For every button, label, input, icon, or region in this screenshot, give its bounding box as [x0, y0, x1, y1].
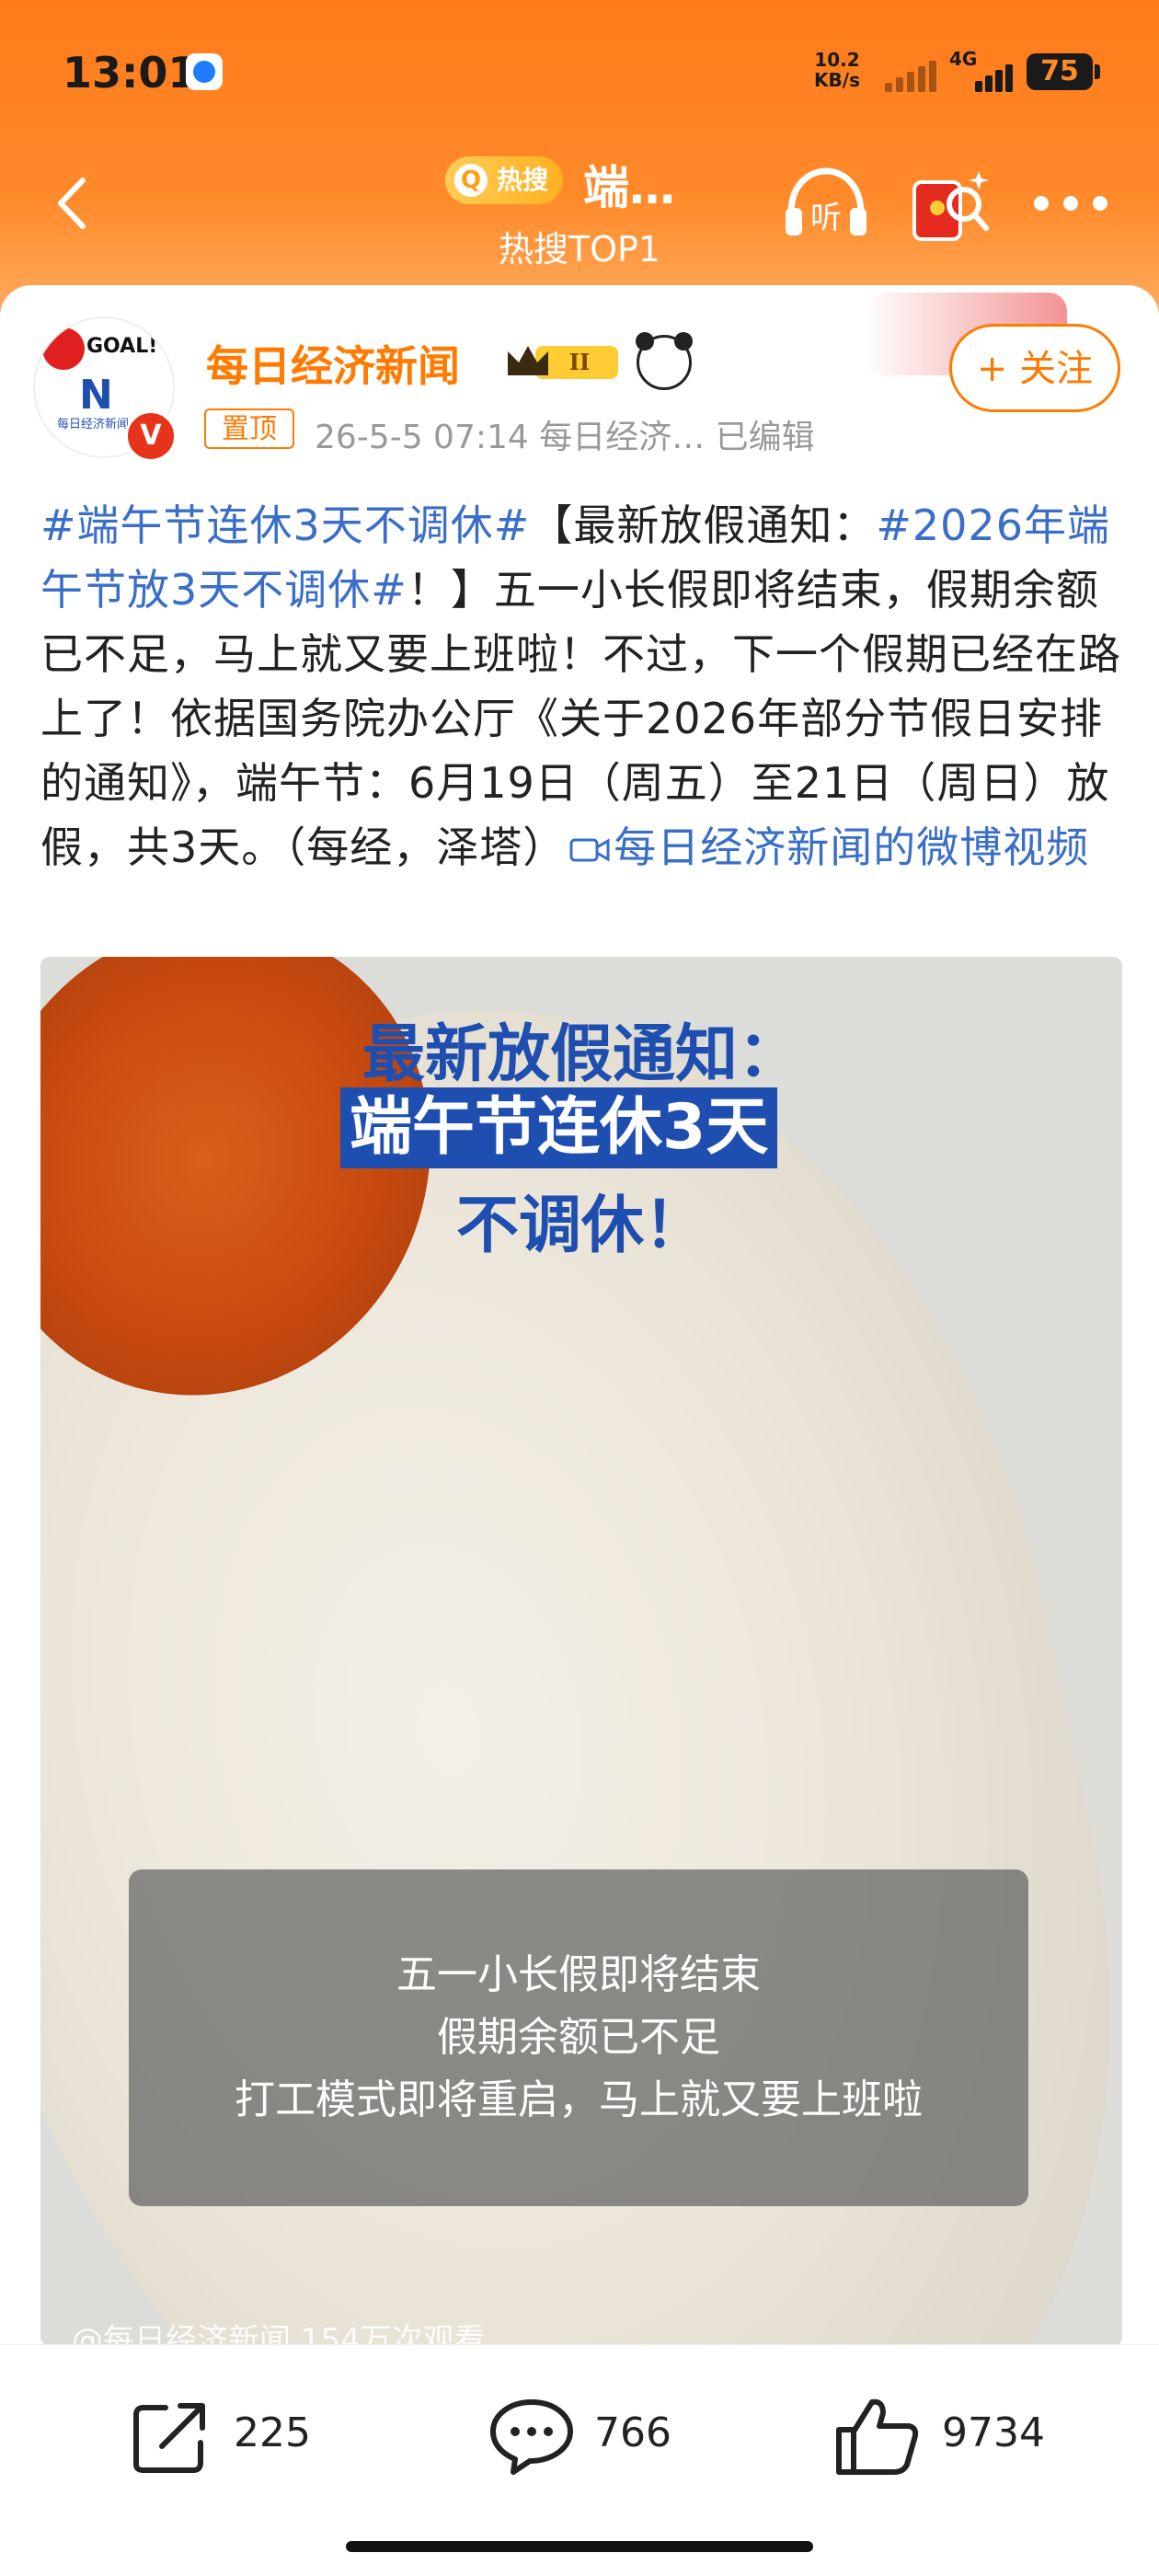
video-caption-box: 五一小长假即将结束 假期余额已不足 打工模式即将重启，马上就又要上班啦 — [129, 1869, 1028, 2206]
like-button[interactable]: 9734 — [833, 2395, 1073, 2478]
avatar-cn-text: 每日经济新闻 — [57, 418, 130, 431]
like-icon — [836, 2398, 919, 2475]
listen-label: 听 — [810, 200, 842, 236]
hot-search-badge: Q 热搜 — [445, 156, 563, 204]
avatar-logo-mark: N — [79, 372, 113, 419]
video-player[interactable]: 最新放假通知： 端午节连休3天 不调休！ 五一小长假即将结束 假期余额已不足 打… — [40, 957, 1122, 2346]
nav-title[interactable]: 端… — [583, 151, 675, 217]
hot-badge-label: 热搜 — [496, 165, 548, 195]
pinned-badge: 置顶 — [204, 408, 294, 449]
share-button[interactable]: 225 — [129, 2395, 331, 2478]
crown-level-icon: II — [504, 339, 624, 385]
network-type: 4G — [949, 48, 978, 70]
author-name[interactable]: 每日经济新闻 — [206, 333, 460, 394]
flower-icon — [42, 328, 85, 370]
search-icon: Q — [454, 164, 488, 197]
listen-icon[interactable]: 听 — [778, 162, 874, 245]
verified-badge: V — [125, 410, 177, 462]
cell-signal-icon — [975, 55, 1021, 92]
net-speed: 10.2 KB/s — [800, 50, 874, 90]
status-time: 13:01 — [63, 48, 198, 98]
status-bar: 13:01 10.2 KB/s 4G 75 — [0, 0, 1159, 138]
avatar-goal-text: GOAL! — [86, 335, 158, 358]
share-count: 225 — [234, 2409, 311, 2456]
action-bar: 225 766 9734 — [0, 2344, 1159, 2529]
video-title-line1: 最新放假通知： — [361, 1018, 800, 1091]
video-title-line3: 不调休！ — [455, 1190, 706, 1262]
video-caption-line3: 打工模式即将重启，马上就又要上班啦 — [235, 2076, 923, 2123]
net-speed-unit: KB/s — [814, 69, 860, 91]
video-link[interactable]: 每日经济新闻的微博视频 — [566, 822, 1089, 872]
comment-icon — [490, 2399, 573, 2475]
hashtag-link[interactable]: #端午节连休3天不调休# — [40, 500, 530, 550]
video-caption-line2: 假期余额已不足 — [437, 2014, 720, 2061]
video-view-count: @每日经济新闻 154万次观看 — [72, 2322, 486, 2346]
comment-count: 766 — [594, 2409, 671, 2456]
level-badge-text: II — [569, 349, 590, 375]
app-notification-icon — [186, 53, 223, 90]
post-meta: 26-5-5 07:14 每日经济… 已编辑 — [315, 419, 815, 456]
content-text: 【最新放假通知： — [530, 500, 877, 550]
video-camera-icon — [569, 838, 610, 862]
comment-button[interactable]: 766 — [488, 2395, 690, 2478]
follow-button[interactable]: + 关注 — [949, 324, 1120, 412]
share-icon — [133, 2403, 205, 2473]
video-link-label[interactable]: 每日经济新闻的微博视频 — [614, 822, 1089, 872]
like-count: 9734 — [942, 2409, 1045, 2456]
panda-icon — [636, 332, 693, 390]
video-caption-line1: 五一小长假即将结束 — [396, 1951, 761, 1998]
red-packet-icon[interactable] — [911, 162, 990, 245]
home-indicator[interactable] — [346, 2541, 813, 2552]
battery-level: 75 — [1027, 53, 1100, 90]
video-title-line2: 端午节连休3天 — [340, 1087, 778, 1168]
net-speed-value: 10.2 — [814, 49, 860, 71]
more-icon[interactable] — [1034, 191, 1109, 215]
post-content: #端午节连休3天不调休#【最新放假通知：#2026年端午节放3天不调休#！】五一… — [40, 493, 1122, 880]
wifi-signal-icon — [885, 55, 940, 92]
